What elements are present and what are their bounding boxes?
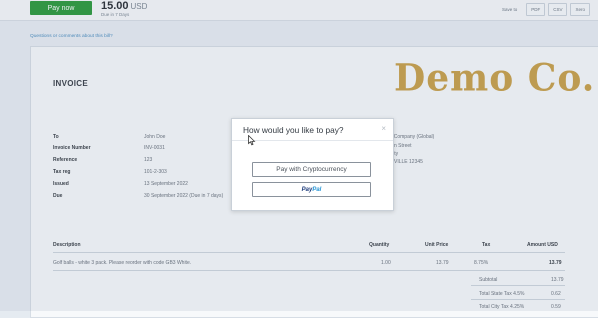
dialog-divider — [232, 140, 393, 141]
close-icon[interactable]: × — [381, 124, 386, 133]
mouse-cursor-icon — [248, 135, 256, 146]
paypal-logo-pal: Pal — [312, 186, 322, 193]
pay-with-crypto-button[interactable]: Pay with Cryptocurrency — [252, 162, 371, 177]
paypal-logo-pay: Pay — [301, 186, 313, 193]
paypal-logo: PayPal — [302, 187, 322, 193]
dialog-title: How would you like to pay? — [243, 125, 344, 135]
paypal-button[interactable]: PayPal — [252, 182, 371, 197]
payment-method-dialog: How would you like to pay? × Pay with Cr… — [231, 118, 394, 211]
